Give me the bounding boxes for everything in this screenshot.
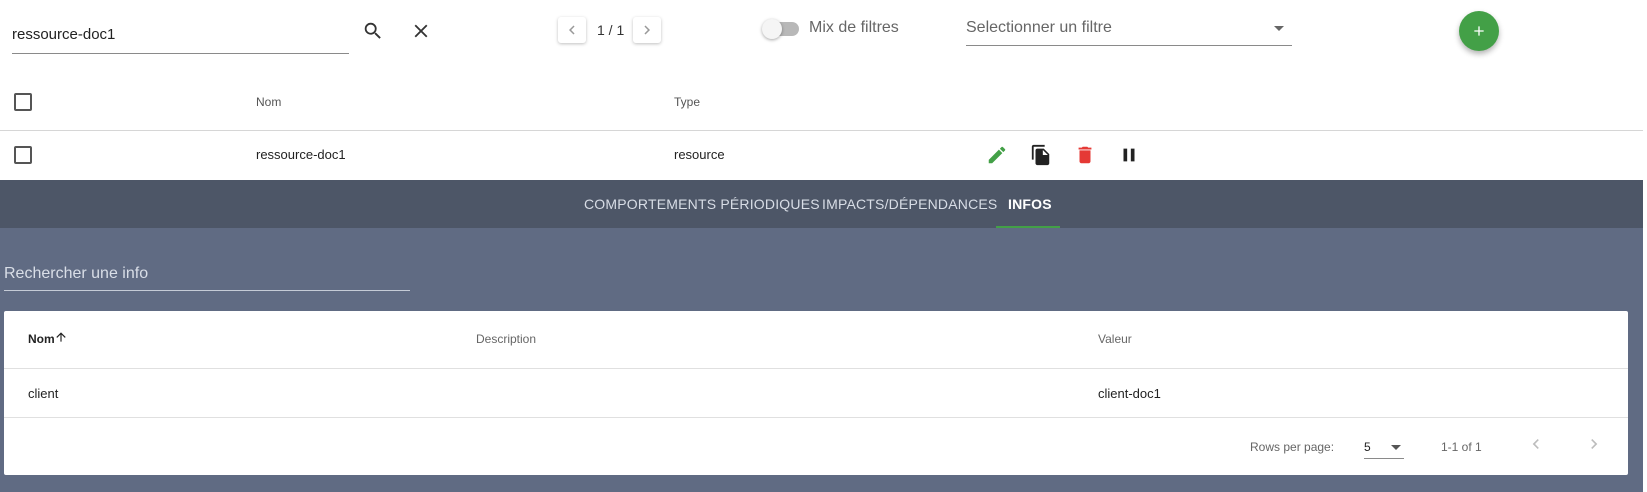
search-icon	[364, 22, 381, 39]
chevron-right-icon	[644, 25, 650, 35]
add-button[interactable]	[1459, 11, 1499, 51]
info-row[interactable]: client client-doc1	[4, 369, 1628, 417]
copy-icon	[1031, 144, 1050, 166]
duplicate-button[interactable]	[1025, 139, 1057, 171]
tab-infos[interactable]: INFOS	[1008, 196, 1052, 212]
search-field[interactable]	[12, 14, 349, 54]
pagination-range: 1-1 of 1	[1441, 440, 1482, 454]
mix-filters-switch-thumb[interactable]	[762, 19, 782, 39]
pause-icon	[1123, 148, 1135, 162]
info-row-name: client	[28, 386, 59, 401]
pagination-text: 1 / 1	[597, 22, 625, 38]
infos-header-name[interactable]: Nom	[28, 332, 55, 346]
search-button[interactable]	[357, 15, 389, 47]
rows-per-page-label: Rows per page:	[1250, 440, 1335, 454]
delete-button[interactable]	[1069, 139, 1101, 171]
next-page-button[interactable]	[633, 17, 661, 43]
chevron-right-icon	[1591, 439, 1598, 449]
chevron-left-icon	[1532, 439, 1539, 449]
infos-table-card: Nom Description Valeur client client-doc…	[4, 311, 1628, 475]
chevron-down-icon	[1391, 445, 1401, 450]
select-all-checkbox[interactable]	[14, 93, 32, 111]
infos-row-divider	[4, 417, 1628, 418]
edit-icon	[988, 146, 1006, 164]
infos-previous-page-button[interactable]	[1522, 430, 1550, 458]
column-header-type[interactable]: Type	[674, 95, 700, 109]
rows-per-page-select[interactable]: 5	[1364, 435, 1404, 459]
mix-filters-label: Mix de filtres	[809, 19, 899, 36]
info-search-placeholder: Rechercher une info	[4, 265, 149, 282]
table-row[interactable]: ressource-doc1 resource	[0, 131, 1643, 179]
delete-icon	[1078, 146, 1092, 164]
details-tab-bar: COMPORTEMENTS PÉRIODIQUES IMPACTS/DÉPEND…	[0, 180, 1643, 228]
pause-button[interactable]	[1113, 139, 1145, 171]
chevron-down-icon	[1274, 26, 1284, 31]
info-search-field[interactable]: Rechercher une info	[4, 263, 410, 291]
row-checkbox[interactable]	[14, 146, 32, 164]
previous-page-button[interactable]	[558, 17, 586, 43]
info-row-value: client-doc1	[1098, 386, 1161, 401]
arrow-up-icon	[56, 332, 66, 342]
edit-button[interactable]	[981, 139, 1013, 171]
plus-icon	[1474, 26, 1484, 36]
clear-search-button[interactable]	[405, 15, 437, 47]
infos-header-description[interactable]: Description	[476, 332, 536, 346]
filter-select-placeholder: Selectionner un filtre	[966, 19, 1112, 36]
search-input[interactable]	[12, 14, 349, 43]
row-name: ressource-doc1	[256, 147, 346, 162]
tab-impacts-dependencies[interactable]: IMPACTS/DÉPENDANCES	[822, 196, 997, 212]
close-icon	[414, 24, 428, 38]
chevron-left-icon	[569, 25, 575, 35]
tab-periodic-behaviors[interactable]: COMPORTEMENTS PÉRIODIQUES	[584, 196, 820, 212]
infos-header-value[interactable]: Valeur	[1098, 332, 1132, 346]
row-type: resource	[674, 147, 725, 162]
filter-select[interactable]: Selectionner un filtre	[966, 14, 1292, 46]
infos-next-page-button[interactable]	[1580, 430, 1608, 458]
rows-per-page-value: 5	[1364, 440, 1371, 454]
column-header-name[interactable]: Nom	[256, 95, 281, 109]
